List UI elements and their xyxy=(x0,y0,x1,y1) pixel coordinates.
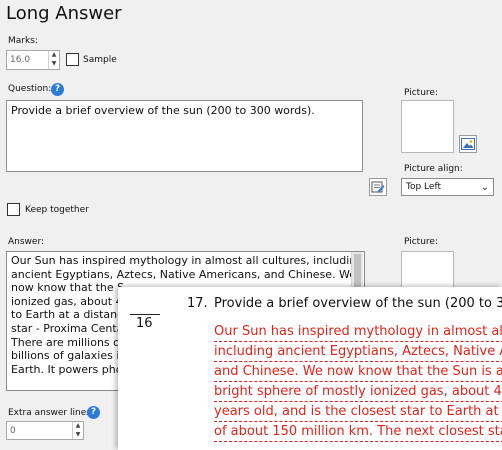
marks-stepper[interactable]: 16.0 ▲ ▼ xyxy=(6,50,60,70)
answer-picture-label: Picture: xyxy=(404,237,438,247)
marks-down-icon[interactable]: ▼ xyxy=(49,60,59,69)
extra-lines-stepper[interactable]: 0 ▲ ▼ xyxy=(6,421,84,440)
question-picture-box[interactable] xyxy=(401,100,454,153)
picture-align-value: Top Left xyxy=(406,182,441,192)
question-help-icon[interactable]: ? xyxy=(51,83,64,96)
extra-lines-up-icon[interactable]: ▲ xyxy=(73,422,83,431)
answer-picture-box[interactable] xyxy=(401,251,454,291)
question-input[interactable]: Provide a brief overview of the sun (200… xyxy=(6,100,363,172)
sample-checkbox[interactable] xyxy=(66,53,79,66)
picture-label: Picture: xyxy=(404,88,438,98)
extra-lines-help-icon[interactable]: ? xyxy=(87,406,100,419)
preview-answer: Our Sun has inspired mythology in almost… xyxy=(214,322,502,442)
preview-question-text: Provide a brief overview of the sun (200… xyxy=(214,296,502,311)
preview-answer-line: including ancient Egyptians, Aztecs, Nat… xyxy=(214,342,502,362)
window-title: Long Answer xyxy=(6,3,122,24)
preview-answer-line: Our Sun has inspired mythology in almost… xyxy=(214,322,502,342)
answer-line: ancient Egyptians, Aztecs, Native Americ… xyxy=(11,267,357,281)
marks-line xyxy=(130,314,160,315)
extra-lines-label: Extra answer lines: xyxy=(8,408,94,418)
preview-answer-line: of about 150 million km. The next closes… xyxy=(214,422,502,442)
extra-lines-down-icon[interactable]: ▼ xyxy=(73,431,83,440)
edit-question-icon[interactable] xyxy=(369,178,387,196)
picture-align-select[interactable]: Top Left ⌄ xyxy=(401,178,494,196)
marks-label: Marks: xyxy=(8,36,38,46)
extra-lines-value[interactable]: 0 xyxy=(7,422,72,439)
preview-answer-line: and Chinese. We now know that the Sun is… xyxy=(214,362,502,382)
question-label: Question: xyxy=(8,84,52,94)
marks-value[interactable]: 16.0 xyxy=(7,51,48,69)
keep-together-checkbox[interactable] xyxy=(7,203,20,216)
preview-answer-line: years old, and is the closest star to Ea… xyxy=(214,402,502,422)
answer-label: Answer: xyxy=(8,237,45,247)
marks-up-icon[interactable]: ▲ xyxy=(49,51,59,60)
sample-label: Sample xyxy=(83,55,117,65)
answer-line: Our Sun has inspired mythology in almost… xyxy=(11,254,362,267)
keep-together-label: Keep together xyxy=(25,205,89,215)
preview-question-number: 17. xyxy=(187,296,208,311)
picture-align-label: Picture align: xyxy=(404,164,463,174)
preview-answer-line: bright sphere of mostly ionized gas, abo… xyxy=(214,382,502,402)
insert-picture-icon[interactable] xyxy=(459,135,477,153)
chevron-down-icon[interactable]: ⌄ xyxy=(477,182,493,193)
print-preview-panel: 16 17. Provide a brief overview of the s… xyxy=(118,287,502,450)
preview-marks: 16 xyxy=(136,316,153,331)
